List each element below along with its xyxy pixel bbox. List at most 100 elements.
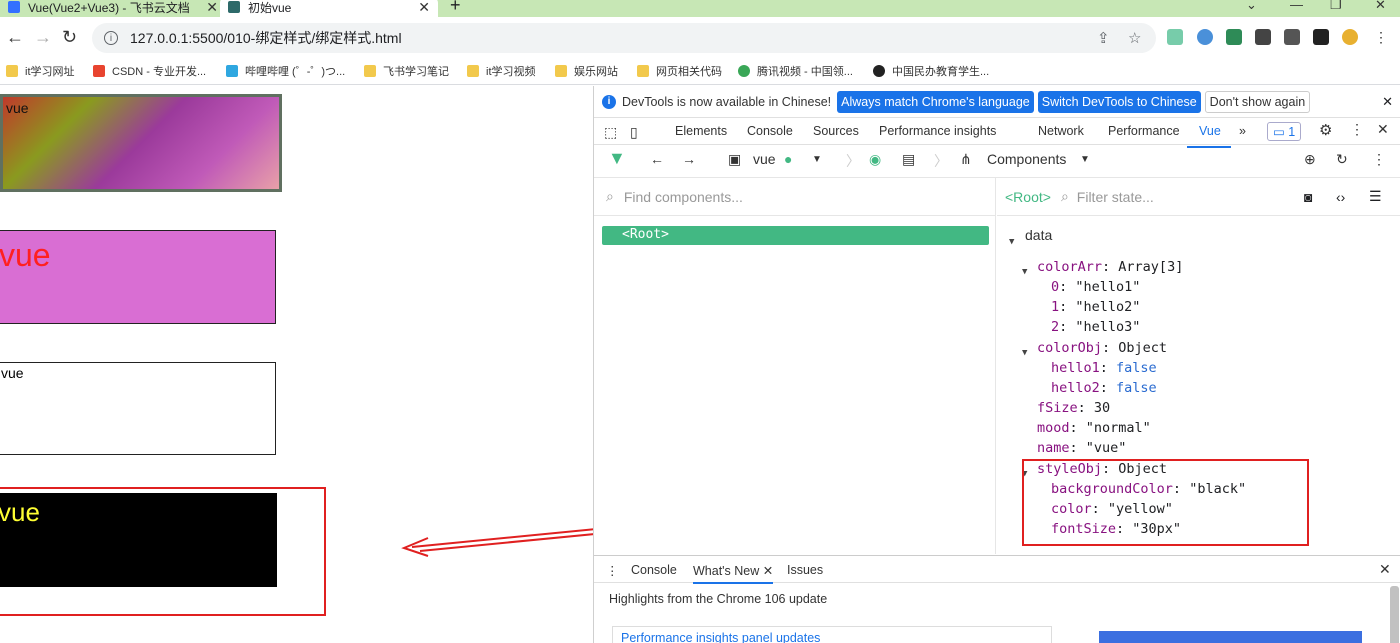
- state-row[interactable]: 1: "hello2": [1051, 297, 1140, 317]
- code-icon[interactable]: ‹›: [1336, 189, 1345, 205]
- tab-vue[interactable]: Vue: [1199, 124, 1221, 138]
- bookmark-item[interactable]: 娱乐网站: [555, 63, 618, 79]
- inspect-icon[interactable]: ⬚: [604, 124, 617, 141]
- folder-icon: [467, 65, 479, 77]
- chevron-down-icon[interactable]: ▼: [812, 154, 822, 165]
- close-icon[interactable]: ✕: [1382, 94, 1393, 110]
- filter-state-input[interactable]: Filter state...: [1077, 189, 1154, 205]
- tab-sources[interactable]: Sources: [813, 124, 859, 138]
- refresh-icon[interactable]: ↻: [1336, 151, 1348, 168]
- bookmark-item[interactable]: 哔哩哔哩 (゜-゜)つ...: [226, 63, 345, 79]
- app-selector[interactable]: vue: [753, 151, 776, 167]
- state-row[interactable]: name: "vue": [1037, 438, 1126, 458]
- sidebar-icon[interactable]: [1313, 29, 1329, 45]
- maximize-icon[interactable]: ❐: [1330, 0, 1342, 13]
- target-icon[interactable]: ⊕: [1304, 151, 1316, 168]
- bookmark-item[interactable]: 中国民办教育学生...: [873, 63, 989, 79]
- back-icon[interactable]: ←: [650, 151, 664, 167]
- puzzle-icon[interactable]: [1255, 29, 1271, 45]
- bookmark-item[interactable]: 飞书学习笔记: [364, 63, 449, 79]
- highlight-frame: [0, 487, 326, 616]
- screenshot-icon[interactable]: ◙: [1304, 189, 1312, 205]
- bookmark-item[interactable]: 网页相关代码: [637, 63, 722, 79]
- caret-down-icon[interactable]: ▼: [1022, 262, 1027, 282]
- menu-icon[interactable]: ⋮: [1374, 29, 1388, 45]
- avatar[interactable]: [1342, 29, 1358, 45]
- close-icon[interactable]: ✕: [418, 0, 430, 16]
- bookmark-item[interactable]: 腾讯视频 - 中国领...: [738, 63, 853, 79]
- star-icon[interactable]: ☆: [1128, 29, 1141, 47]
- back-icon[interactable]: ←: [6, 27, 24, 48]
- list-icon[interactable]: ☰: [1369, 188, 1382, 205]
- close-icon[interactable]: ✕: [1379, 561, 1391, 578]
- share-icon[interactable]: ⇪: [1097, 29, 1110, 47]
- forward-icon[interactable]: →: [34, 27, 52, 48]
- tab-performance[interactable]: Performance: [1108, 124, 1180, 138]
- components-selector[interactable]: Components: [987, 151, 1066, 167]
- minimize-icon[interactable]: —: [1290, 0, 1303, 12]
- bookmark-item[interactable]: CSDN - 专业开发...: [93, 63, 206, 79]
- state-row[interactable]: colorArr: Array[3]: [1037, 257, 1183, 277]
- browser-tab-feishu[interactable]: Vue(Vue2+Vue3) - 飞书云文档 ✕: [8, 0, 218, 17]
- gear-icon[interactable]: ⚙: [1319, 121, 1332, 139]
- separator-icon: 〉: [846, 153, 860, 169]
- whats-new-headline: Highlights from the Chrome 106 update: [609, 592, 828, 606]
- issues-badge[interactable]: ▭ 1: [1267, 122, 1302, 141]
- tab-console[interactable]: Console: [747, 124, 793, 138]
- app-status-icon: ●: [784, 151, 793, 167]
- bookmark-item[interactable]: it学习网址: [6, 63, 75, 79]
- site-info-icon[interactable]: i: [104, 31, 118, 45]
- tab-performance-insights[interactable]: Performance insights: [879, 124, 996, 138]
- device-icon[interactable]: ▯: [630, 124, 638, 141]
- chevron-down-icon[interactable]: ⌄: [1246, 0, 1257, 13]
- address-bar[interactable]: i 127.0.0.1:5500/010-绑定样式/绑定样式.html ⇪ ☆: [92, 23, 1156, 53]
- tree-root-item[interactable]: <Root>: [602, 226, 989, 245]
- compass-icon[interactable]: ◉: [869, 151, 881, 168]
- forward-icon[interactable]: →: [682, 151, 696, 167]
- extension-icon[interactable]: [1167, 29, 1183, 45]
- folder-icon: [555, 65, 567, 77]
- state-row[interactable]: 2: "hello3": [1051, 317, 1140, 337]
- media-icon[interactable]: [1284, 29, 1300, 45]
- kebab-menu-icon[interactable]: ⋮: [1350, 121, 1364, 138]
- drawer-menu-icon[interactable]: ⋮: [606, 563, 619, 578]
- tab-network[interactable]: Network: [1038, 124, 1084, 138]
- window-close-icon[interactable]: ✕: [1375, 0, 1386, 13]
- bookmark-item[interactable]: it学习视频: [467, 63, 536, 79]
- match-language-button[interactable]: Always match Chrome's language: [837, 90, 1034, 113]
- search-input[interactable]: Find components...: [624, 189, 743, 205]
- browser-tab-active[interactable]: 初始vue ✕: [220, 0, 438, 17]
- drawer-tab-whats-new[interactable]: What's New ✕: [693, 563, 774, 584]
- more-tabs-icon[interactable]: »: [1239, 124, 1246, 138]
- drawer-scrollbar[interactable]: [1390, 586, 1399, 643]
- switch-chinese-button[interactable]: Switch DevTools to Chinese: [1037, 90, 1201, 113]
- close-icon[interactable]: ✕: [1377, 121, 1389, 138]
- find-components-row[interactable]: ⌕ Find components...: [594, 178, 996, 216]
- state-row[interactable]: colorObj: Object: [1037, 338, 1167, 358]
- extension-icon[interactable]: [1197, 29, 1213, 45]
- state-row[interactable]: hello1: false: [1051, 358, 1157, 378]
- gradient-box: vue: [0, 94, 282, 192]
- close-icon[interactable]: ✕: [763, 564, 773, 578]
- search-icon: ⌕: [606, 188, 614, 204]
- timeline-icon[interactable]: ▤: [902, 151, 915, 168]
- dont-show-button[interactable]: Don't show again: [1204, 90, 1311, 113]
- drawer-tab-console[interactable]: Console: [631, 563, 677, 577]
- state-row[interactable]: fSize: 30: [1037, 398, 1110, 418]
- state-row[interactable]: hello2: false: [1051, 378, 1157, 398]
- caret-down-icon[interactable]: ▼: [1009, 232, 1014, 252]
- vue-devtools-icon[interactable]: [1226, 29, 1242, 45]
- tab-elements[interactable]: Elements: [675, 124, 727, 138]
- state-row[interactable]: 0: "hello1": [1051, 277, 1140, 297]
- drawer-tab-issues[interactable]: Issues: [787, 563, 823, 577]
- kebab-menu-icon[interactable]: ⋮: [1372, 151, 1386, 168]
- data-section-label: data: [1025, 227, 1053, 243]
- state-row[interactable]: mood: "normal": [1037, 418, 1151, 438]
- whats-new-card[interactable]: Performance insights panel updates: [612, 626, 1052, 643]
- vue-logo-icon: ▼: [608, 148, 626, 168]
- new-tab-button[interactable]: +: [450, 0, 461, 16]
- close-icon[interactable]: ✕: [206, 0, 218, 16]
- caret-down-icon[interactable]: ▼: [1022, 343, 1027, 363]
- chevron-down-icon[interactable]: ▼: [1080, 154, 1090, 165]
- reload-icon[interactable]: ↻: [62, 27, 77, 48]
